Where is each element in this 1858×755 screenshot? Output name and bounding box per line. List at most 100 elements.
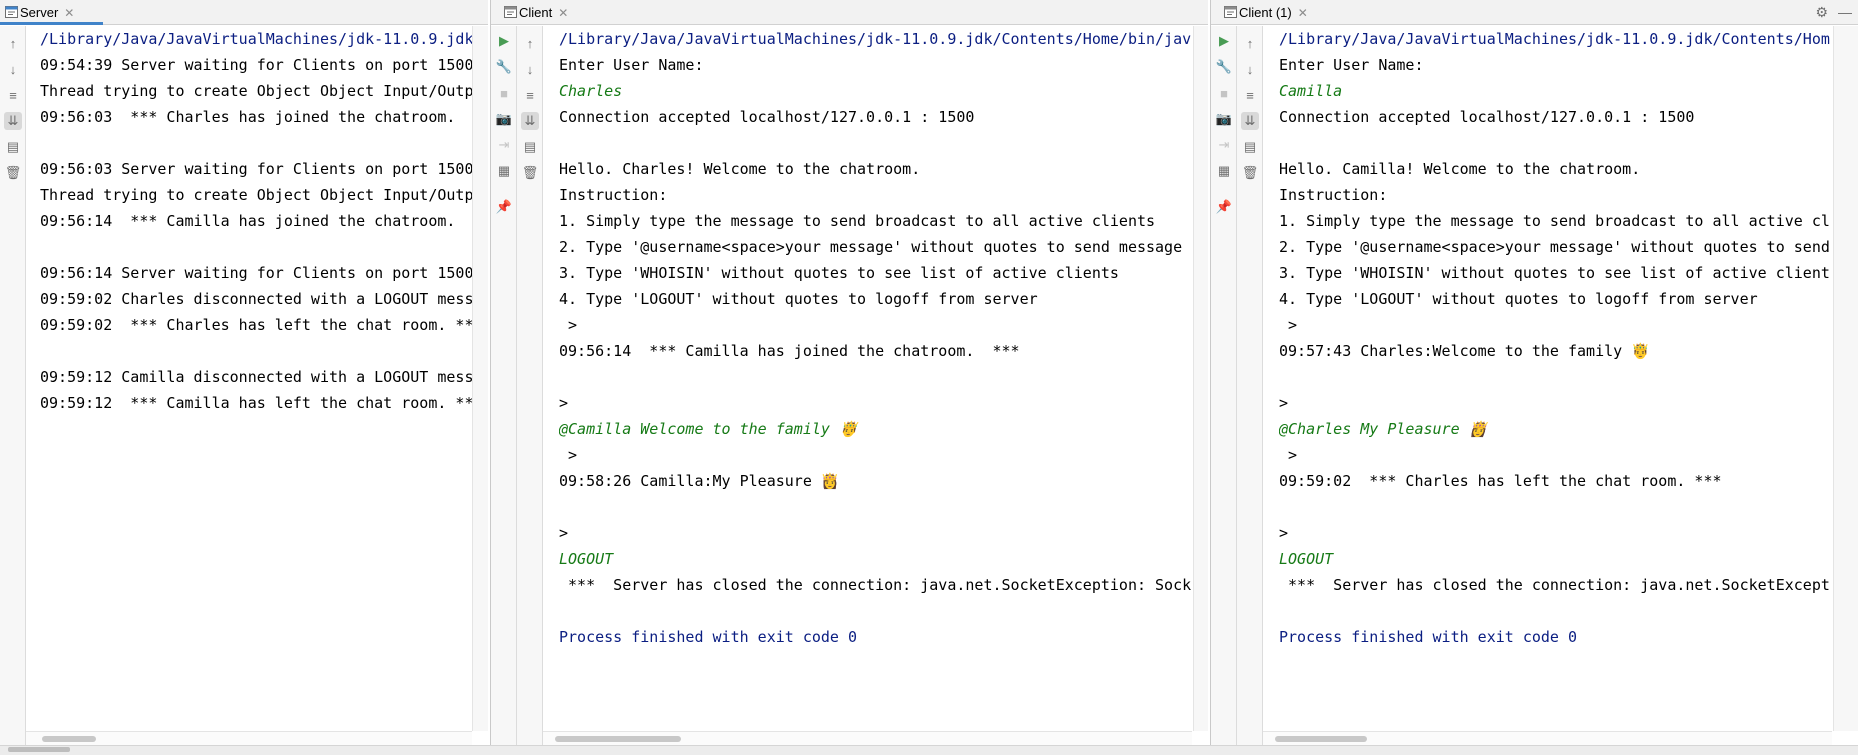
camera-icon[interactable]: 📷 xyxy=(495,110,513,128)
scroll-thumb[interactable] xyxy=(8,747,70,752)
console-line-out: 09:56:03 Server waiting for Clients on p… xyxy=(40,160,472,178)
client1-console-toolbar: ↑ ↓ ≡ ⇊ ▤ 🗑 xyxy=(1237,26,1263,745)
wrench-icon[interactable]: 🔧 xyxy=(1215,58,1233,76)
stop-icon[interactable]: ■ xyxy=(1215,84,1233,102)
pin-icon[interactable]: 📌 xyxy=(495,198,513,216)
console-line-out: > xyxy=(559,446,578,464)
console-line-input: Charles xyxy=(559,82,623,100)
arrow-down-icon[interactable]: ↓ xyxy=(521,60,539,78)
soft-wrap-icon[interactable]: ≡ xyxy=(4,86,22,104)
console-line-out: > xyxy=(1279,446,1298,464)
stop-icon[interactable]: ■ xyxy=(495,84,513,102)
print-icon[interactable]: ▤ xyxy=(1241,138,1259,156)
scroll-thumb[interactable] xyxy=(42,736,96,742)
console-line-input: @Camilla Welcome to the family 🤴 xyxy=(559,420,858,438)
active-tab-indicator xyxy=(0,22,103,25)
client-run-toolbar: ▶ 🔧 ■ 📷 ⇥ ▦ 📌 xyxy=(491,26,517,745)
console-line-out: 09:56:14 *** Camilla has joined the chat… xyxy=(40,212,456,230)
console-line-out: Enter User Name: xyxy=(559,56,704,74)
scroll-thumb[interactable] xyxy=(555,736,681,742)
layout-icon[interactable]: ▦ xyxy=(495,162,513,180)
close-icon[interactable]: ✕ xyxy=(64,6,74,20)
console-line-out: Connection accepted localhost/127.0.0.1 … xyxy=(1279,108,1695,126)
console-line-out xyxy=(1279,364,1830,390)
console-line-out: > xyxy=(559,524,569,542)
pin-icon[interactable]: 📌 xyxy=(1215,198,1233,216)
horizontal-scrollbar[interactable] xyxy=(26,731,472,745)
vertical-scrollbar[interactable] xyxy=(1833,26,1858,731)
client-tabbar: Client ✕ xyxy=(491,0,1208,25)
console-line-out: 09:59:02 *** Charles has left the chat r… xyxy=(40,316,472,334)
console-line-out xyxy=(559,494,1192,520)
print-icon[interactable]: ▤ xyxy=(4,138,22,156)
restore-layout-icon[interactable]: ⇥ xyxy=(495,136,513,154)
soft-wrap-icon[interactable]: ≡ xyxy=(1241,86,1259,104)
run-icon[interactable]: ▶ xyxy=(495,32,513,50)
scroll-to-end-icon[interactable]: ⇊ xyxy=(521,112,539,130)
console-line-out: 09:54:39 Server waiting for Clients on p… xyxy=(40,56,472,74)
server-console-output[interactable]: /Library/Java/JavaVirtualMachines/jdk-11… xyxy=(40,26,472,731)
console-line-out: Hello. Camilla! Welcome to the chatroom. xyxy=(1279,160,1641,178)
console-line-out xyxy=(559,598,1192,624)
console-line-out: 4. Type 'LOGOUT' without quotes to logof… xyxy=(559,290,1038,308)
arrow-up-icon[interactable]: ↑ xyxy=(1241,34,1259,52)
camera-icon[interactable]: 📷 xyxy=(1215,110,1233,128)
scroll-to-end-icon[interactable]: ⇊ xyxy=(1241,112,1259,130)
arrow-up-icon[interactable]: ↑ xyxy=(521,34,539,52)
arrow-down-icon[interactable]: ↓ xyxy=(4,60,22,78)
layout-icon[interactable]: ▦ xyxy=(1215,162,1233,180)
console-line-out: Instruction: xyxy=(1279,186,1388,204)
run-icon[interactable]: ▶ xyxy=(1215,32,1233,50)
tab-label: Client (1) xyxy=(1239,5,1292,20)
server-tabbar: Server ✕ xyxy=(0,0,488,25)
horizontal-scrollbar[interactable] xyxy=(543,731,1192,745)
console-line-out: *** Server has closed the connection: ja… xyxy=(559,576,1192,594)
vertical-scrollbar[interactable] xyxy=(1193,26,1208,731)
console-line-out: 2. Type '@username<space>your message' w… xyxy=(1279,238,1830,256)
client1-run-toolbar: ▶ 🔧 ■ 📷 ⇥ ▦ 📌 xyxy=(1211,26,1237,745)
console-line-out: 1. Simply type the message to send broad… xyxy=(1279,212,1830,230)
console-line-out xyxy=(1279,494,1830,520)
trash-icon[interactable]: 🗑 xyxy=(521,164,539,182)
scroll-thumb[interactable] xyxy=(1275,736,1367,742)
console-line-out xyxy=(559,364,1192,390)
client1-console-output[interactable]: /Library/Java/JavaVirtualMachines/jdk-11… xyxy=(1279,26,1830,731)
console-line-out: 09:59:02 Charles disconnected with a LOG… xyxy=(40,290,472,308)
minimize-icon[interactable]: — xyxy=(1838,4,1852,21)
console-line-out: Enter User Name: xyxy=(1279,56,1424,74)
close-icon[interactable]: ✕ xyxy=(1298,6,1308,20)
console-line-out: 09:58:26 Camilla:My Pleasure 👸 xyxy=(559,472,840,490)
console-line-out: 3. Type 'WHOISIN' without quotes to see … xyxy=(559,264,1119,282)
console-line-path: /Library/Java/JavaVirtualMachines/jdk-11… xyxy=(1279,30,1830,48)
console-line-out: 4. Type 'LOGOUT' without quotes to logof… xyxy=(1279,290,1758,308)
soft-wrap-icon[interactable]: ≡ xyxy=(521,86,539,104)
horizontal-scrollbar[interactable] xyxy=(1263,731,1832,745)
restore-layout-icon[interactable]: ⇥ xyxy=(1215,136,1233,154)
console-line-out: > xyxy=(1279,394,1289,412)
trash-icon[interactable]: 🗑 xyxy=(4,164,22,182)
console-icon xyxy=(1224,6,1237,18)
wrench-icon[interactable]: 🔧 xyxy=(495,58,513,76)
console-icon xyxy=(5,6,18,18)
console-line-out: 1. Simply type the message to send broad… xyxy=(559,212,1156,230)
client1-tabbar: Client (1) ✕ ⚙ — xyxy=(1211,0,1858,25)
trash-icon[interactable]: 🗑 xyxy=(1241,164,1259,182)
print-icon[interactable]: ▤ xyxy=(521,138,539,156)
client-console-output[interactable]: /Library/Java/JavaVirtualMachines/jdk-11… xyxy=(559,26,1192,731)
arrow-down-icon[interactable]: ↓ xyxy=(1241,60,1259,78)
close-icon[interactable]: ✕ xyxy=(558,6,568,20)
console-line-out xyxy=(40,234,472,260)
tab-client[interactable]: Client ✕ xyxy=(499,0,580,25)
bottom-scrollbar[interactable] xyxy=(0,745,1858,755)
scroll-to-end-icon[interactable]: ⇊ xyxy=(4,112,22,130)
console-line-out: *** Server has closed the connection: ja… xyxy=(1279,576,1830,594)
console-line-out: 3. Type 'WHOISIN' without quotes to see … xyxy=(1279,264,1830,282)
console-line-out: Hello. Charles! Welcome to the chatroom. xyxy=(559,160,921,178)
gear-icon[interactable]: ⚙ xyxy=(1815,4,1828,21)
console-line-out xyxy=(1279,130,1830,156)
vertical-scrollbar[interactable] xyxy=(472,26,488,731)
window-controls: ⚙ — xyxy=(1815,4,1852,21)
tab-label: Client xyxy=(519,5,553,20)
tab-client1[interactable]: Client (1) ✕ xyxy=(1219,0,1320,25)
arrow-up-icon[interactable]: ↑ xyxy=(4,34,22,52)
